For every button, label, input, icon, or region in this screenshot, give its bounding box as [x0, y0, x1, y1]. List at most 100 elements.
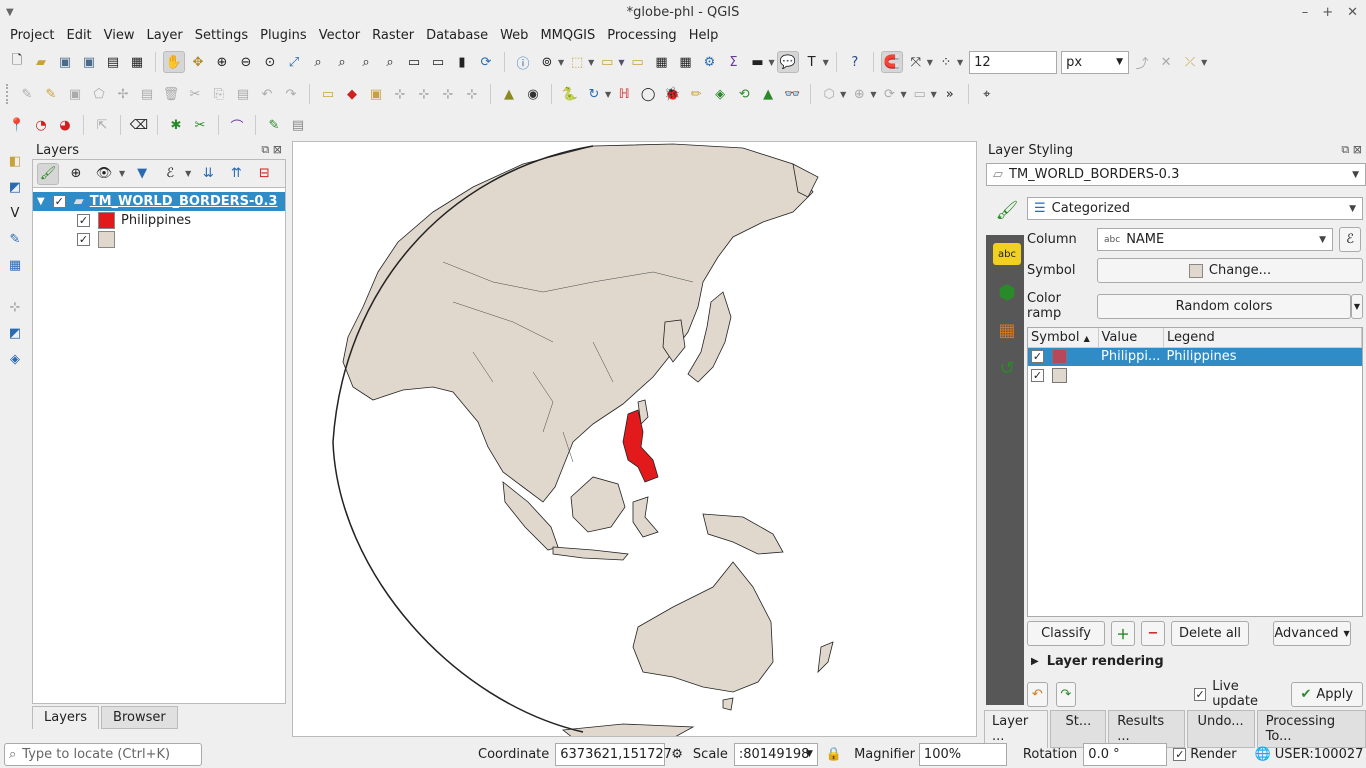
geotag-clock-icon[interactable]: ◕: [54, 114, 76, 136]
help-icon[interactable]: ?: [844, 51, 866, 73]
georeferencer-icon[interactable]: ▲: [498, 83, 520, 105]
expand-arrow-icon[interactable]: ▶: [1031, 656, 1039, 667]
lock-scale-icon[interactable]: 🔒: [826, 747, 842, 762]
dropdown-icon[interactable]: ▼: [823, 58, 829, 67]
expand-all-icon[interactable]: ⇊: [197, 163, 219, 185]
layout-icon[interactable]: ▤: [102, 51, 124, 73]
python-console-icon[interactable]: 🐍: [559, 83, 581, 105]
raster-tool-icon[interactable]: ✎: [263, 114, 285, 136]
dropdown-icon[interactable]: ▼: [768, 58, 774, 67]
undo-icon[interactable]: ↶: [256, 83, 278, 105]
pin-labels-icon[interactable]: ◆: [341, 83, 363, 105]
circle-tool-icon[interactable]: ◯: [637, 83, 659, 105]
3d-view-icon[interactable]: ⬢: [996, 280, 1018, 304]
shape-digitizing-icon[interactable]: ⬡: [818, 83, 840, 105]
save-project-icon[interactable]: ▣: [54, 51, 76, 73]
zoom-full-icon[interactable]: ⤢: [283, 51, 305, 73]
dropdown-icon[interactable]: ▼: [1201, 58, 1207, 67]
add-group-icon[interactable]: ⊕: [65, 163, 87, 185]
new-bookmark-icon[interactable]: ▭: [403, 51, 425, 73]
legend-item-checkbox[interactable]: ✓: [77, 233, 90, 246]
dropdown-icon[interactable]: ▼: [870, 90, 876, 99]
column-select[interactable]: abc NAME ▼: [1097, 228, 1333, 251]
terrain-plugin-icon[interactable]: ▲: [757, 83, 779, 105]
color-ramp-button[interactable]: Random colors: [1097, 293, 1351, 319]
dropdown-icon[interactable]: ▼: [588, 58, 594, 67]
dropdown-icon[interactable]: ▼: [927, 58, 933, 67]
delete-selected-icon[interactable]: 🗑: [160, 83, 182, 105]
delete-all-button[interactable]: Delete all: [1171, 621, 1249, 646]
category-checkbox[interactable]: ✓: [1031, 369, 1044, 382]
tracing-icon[interactable]: ⤫: [1179, 51, 1201, 73]
osm-icon[interactable]: ⌫: [128, 114, 150, 136]
new-project-icon[interactable]: 🗋: [6, 51, 28, 73]
topological-editing-icon[interactable]: ⤴: [1131, 51, 1153, 73]
geotag-icon[interactable]: 📍: [6, 114, 28, 136]
menu-settings[interactable]: Settings: [189, 28, 254, 43]
menu-mmqgis[interactable]: MMQGIS: [534, 28, 601, 43]
menu-layer[interactable]: Layer: [141, 28, 189, 43]
processing-model-icon[interactable]: ✱: [165, 114, 187, 136]
remove-category-icon[interactable]: −: [1141, 621, 1165, 646]
measure-icon[interactable]: ▬: [746, 51, 768, 73]
live-update-checkbox[interactable]: ✓: [1194, 687, 1207, 701]
toolbox-icon[interactable]: ⚙: [698, 51, 720, 73]
snapping-tolerance-input[interactable]: 12: [969, 50, 1058, 74]
value-column-header[interactable]: Value: [1098, 328, 1164, 348]
menu-raster[interactable]: Raster: [366, 28, 420, 43]
legend-item-philippines[interactable]: ✓ Philippines: [33, 211, 285, 230]
dropdown-icon[interactable]: ▼: [957, 58, 963, 67]
add-vector-icon[interactable]: ◩: [4, 176, 26, 198]
refresh-icon[interactable]: ⟳: [475, 51, 497, 73]
select-by-value-icon[interactable]: ▭: [596, 51, 618, 73]
menu-edit[interactable]: Edit: [60, 28, 97, 43]
coordinate-input[interactable]: 6373621,151727: [555, 742, 672, 766]
sync-plugin-icon[interactable]: ⟲: [733, 83, 755, 105]
live-update-toggle[interactable]: ✓ Live update: [1194, 679, 1283, 709]
pan-icon[interactable]: ✋: [163, 51, 185, 73]
copy-features-icon[interactable]: ⎘: [208, 83, 230, 105]
rotate-label-icon[interactable]: ⊹: [413, 83, 435, 105]
bookmark-icon[interactable]: ▮: [451, 51, 473, 73]
gps-icon[interactable]: ⌖: [976, 83, 998, 105]
style-manager-icon[interactable]: 🖌: [37, 162, 59, 185]
profile-tool-icon[interactable]: ⌒: [226, 114, 248, 136]
tab-browser[interactable]: Browser: [101, 706, 178, 729]
deselect-icon[interactable]: ▭: [626, 51, 648, 73]
map-tips-icon[interactable]: ⊚: [536, 51, 558, 73]
add-delimited-text-icon[interactable]: V: [4, 202, 26, 224]
snapping-type-icon[interactable]: ⁘: [935, 51, 957, 73]
category-swatch[interactable]: [1052, 349, 1067, 365]
identify-icon[interactable]: ⓘ: [512, 51, 534, 73]
toggle-extents-icon[interactable]: ⚙: [671, 747, 683, 762]
dropdown-icon[interactable]: ▼: [185, 169, 191, 178]
locator-search[interactable]: ⌕ Type to locate (Ctrl+K): [4, 742, 202, 766]
expression-icon[interactable]: ℰ: [1339, 227, 1361, 252]
menu-processing[interactable]: Processing: [601, 28, 682, 43]
redo-icon[interactable]: ↷: [280, 83, 302, 105]
zoom-selection-icon[interactable]: ⌕: [307, 51, 329, 73]
tab-layers[interactable]: Layers: [32, 706, 100, 729]
modify-attributes-icon[interactable]: ▤: [136, 83, 158, 105]
filter-expression-icon[interactable]: ℰ: [159, 163, 181, 185]
zoom-in-icon[interactable]: ⊕: [211, 51, 233, 73]
save-as-icon[interactable]: ▣: [78, 51, 100, 73]
dropdown-icon[interactable]: ▼: [618, 58, 624, 67]
select-tool-icon[interactable]: ⇱: [91, 114, 113, 136]
debug-icon[interactable]: 🐞: [661, 83, 683, 105]
advanced-digitizing-icon[interactable]: ⊕: [848, 83, 870, 105]
paste-features-icon[interactable]: ▤: [232, 83, 254, 105]
rotation-input[interactable]: 0.0 °: [1083, 742, 1168, 766]
zoom-layer-icon[interactable]: ⌕: [331, 51, 353, 73]
classify-button[interactable]: Classify: [1027, 621, 1105, 646]
render-checkbox[interactable]: ✓: [1173, 747, 1187, 761]
add-wms-icon[interactable]: ✎: [4, 228, 26, 250]
new-geopackage-icon[interactable]: ◩: [4, 322, 26, 344]
processing-history-icon[interactable]: ✂: [189, 114, 211, 136]
toolbar-grip[interactable]: [6, 84, 10, 104]
layer-row-world-borders[interactable]: ▼ ✓ ▰ TM_WORLD_BORDERS-0.3: [33, 192, 285, 211]
metadata-icon[interactable]: ▤: [287, 114, 309, 136]
renderer-select[interactable]: ☰ Categorized ▼: [1027, 197, 1363, 220]
menu-view[interactable]: View: [98, 28, 141, 43]
annotation-icon[interactable]: 💬: [776, 51, 799, 73]
